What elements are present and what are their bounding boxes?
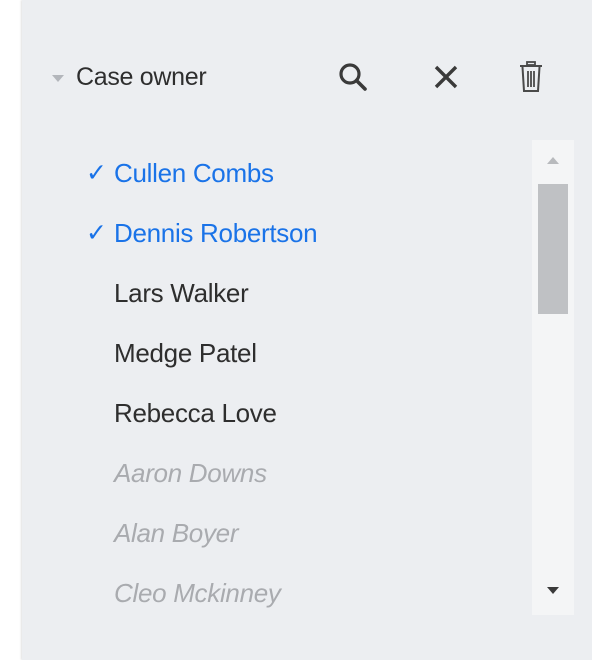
check-icon: ✓: [86, 219, 107, 247]
filter-panel: Case owner ✓ Cullen Combs ✓ Dennis Rober…: [22, 0, 592, 660]
list-scrollbar[interactable]: [532, 140, 574, 615]
filter-header: Case owner: [22, 0, 592, 150]
option-label: Medge Patel: [114, 337, 257, 368]
trash-icon[interactable]: [510, 56, 552, 98]
caret-down-icon[interactable]: [52, 74, 64, 82]
option-label: Aaron Downs: [114, 457, 267, 488]
list-item-dennis-robertson[interactable]: ✓ Dennis Robertson: [72, 213, 532, 253]
option-label: Cleo Mckinney: [114, 577, 281, 608]
scrollbar-thumb[interactable]: [538, 184, 568, 314]
owner-options-list: ✓ Cullen Combs ✓ Dennis Robertson Lars W…: [72, 140, 582, 615]
check-icon: ✓: [86, 159, 107, 187]
scroll-down-button[interactable]: [532, 570, 574, 610]
option-label: Cullen Combs: [114, 157, 274, 188]
option-label: Alan Boyer: [114, 517, 239, 548]
collapse-toggle[interactable]: Case owner: [52, 58, 207, 96]
list-item-lars-walker[interactable]: Lars Walker: [72, 273, 532, 313]
list-item-alan-boyer: Alan Boyer: [72, 513, 532, 553]
scroll-up-button[interactable]: [532, 140, 574, 180]
arrow-down-icon: [547, 586, 559, 594]
option-label: Dennis Robertson: [114, 217, 318, 248]
filter-title: Case owner: [76, 62, 207, 91]
list-item-rebecca-love[interactable]: Rebecca Love: [72, 393, 532, 433]
list-item-medge-patel[interactable]: Medge Patel: [72, 333, 532, 373]
option-label: Lars Walker: [114, 277, 249, 308]
list-item-aaron-downs: Aaron Downs: [72, 453, 532, 493]
list-item-cullen-combs[interactable]: ✓ Cullen Combs: [72, 153, 532, 193]
list-item-cleo-mckinney: Cleo Mckinney: [72, 573, 532, 613]
close-icon[interactable]: [425, 56, 467, 98]
arrow-up-icon: [547, 156, 559, 164]
search-icon[interactable]: [332, 56, 374, 98]
option-label: Rebecca Love: [114, 397, 277, 428]
